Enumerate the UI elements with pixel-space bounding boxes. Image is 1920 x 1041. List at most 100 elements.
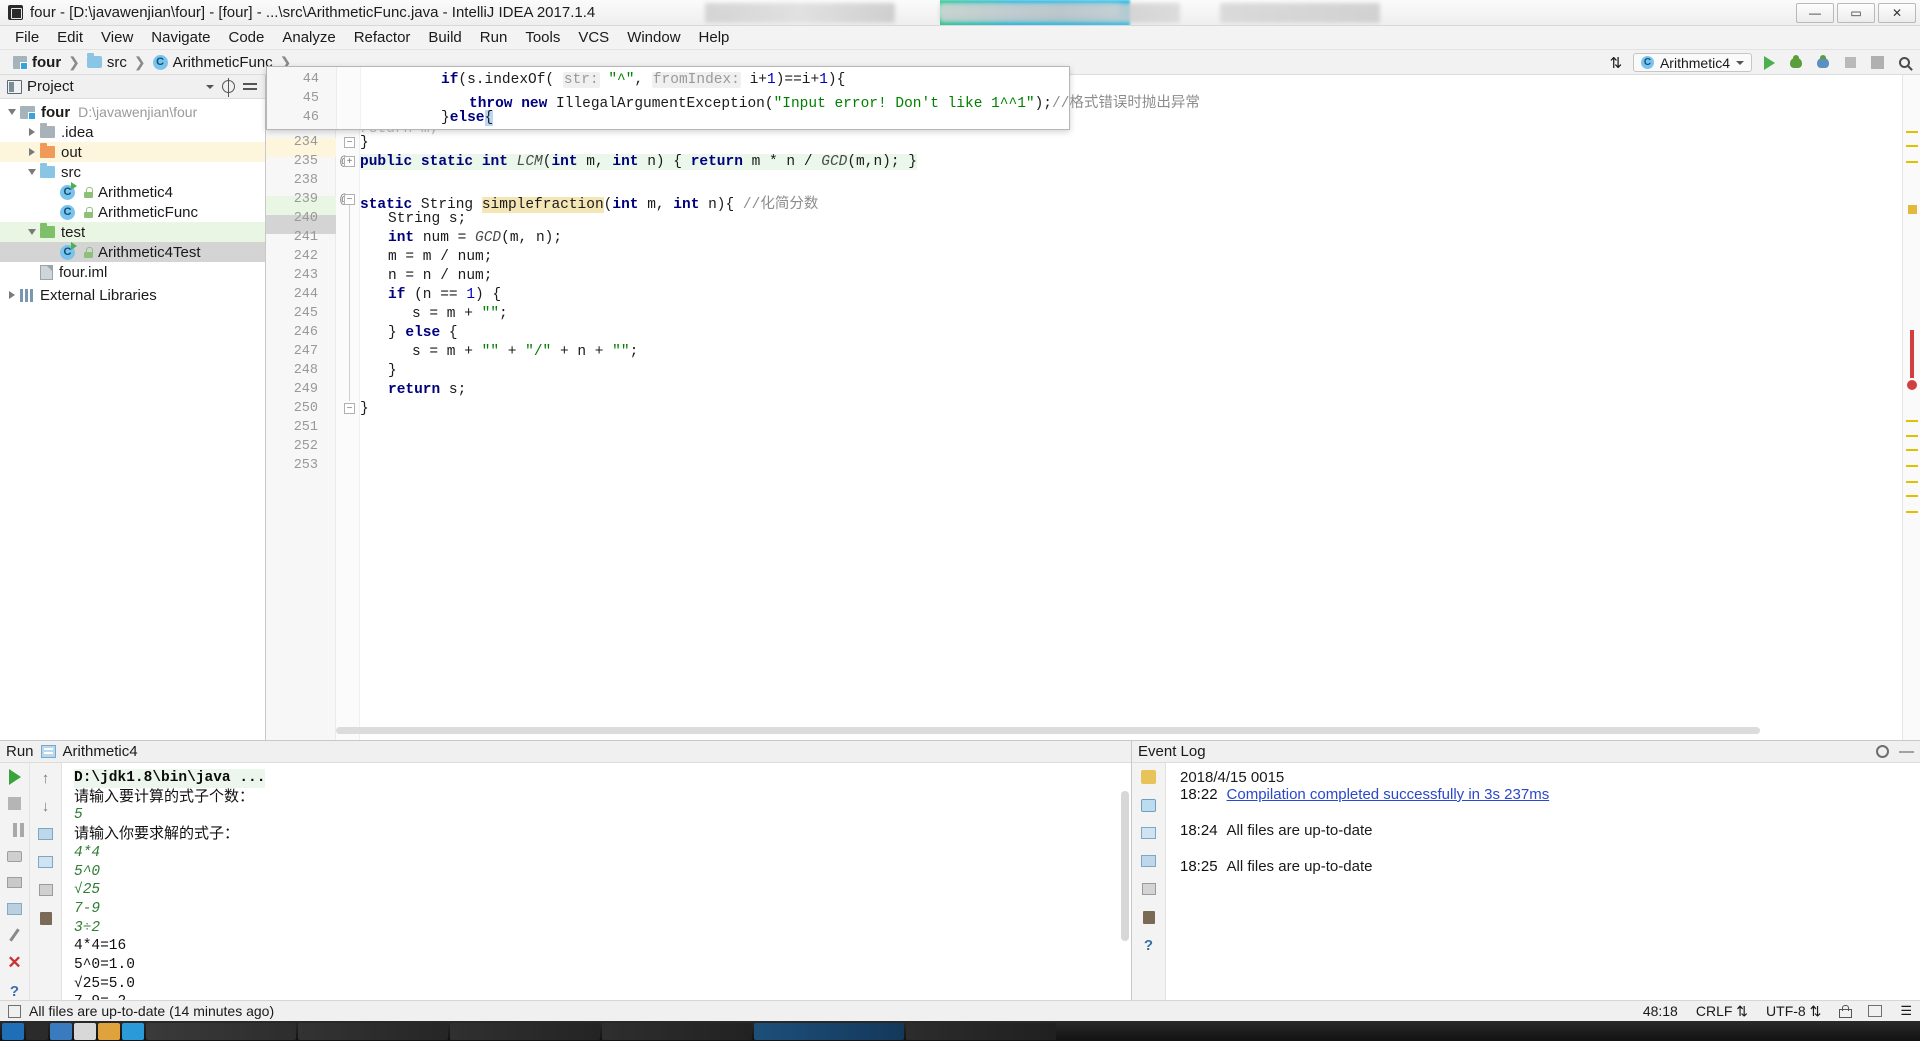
- code-preview-popup[interactable]: 44 45 46 if(s.indexOf( str: "^", fromInd…: [266, 66, 1200, 130]
- fold-expand-icon[interactable]: +: [344, 156, 355, 167]
- minimize-button[interactable]: —: [1796, 3, 1834, 23]
- menu-help[interactable]: Help: [690, 27, 739, 48]
- tree-item-arithmetic4test[interactable]: C Arithmetic4Test: [0, 241, 265, 262]
- navbar-actions[interactable]: ⇅ C Arithmetic4: [1606, 50, 1914, 75]
- warning-marker[interactable]: [1906, 161, 1918, 163]
- menu-file[interactable]: File: [6, 27, 48, 48]
- fold-collapse-icon[interactable]: −: [344, 194, 355, 205]
- taskbar-window-button[interactable]: [906, 1022, 1056, 1040]
- sort-icon[interactable]: ⇅: [1606, 53, 1626, 72]
- menu-run[interactable]: Run: [471, 27, 517, 48]
- menu-build[interactable]: Build: [419, 27, 470, 48]
- warning-marker[interactable]: [1906, 131, 1918, 133]
- project-tree[interactable]: four D:\javawenjian\four .idea out src C…: [0, 99, 265, 305]
- menu-analyze[interactable]: Analyze: [273, 27, 344, 48]
- caret-position[interactable]: 48:18: [1643, 1003, 1678, 1019]
- print-icon[interactable]: [1140, 880, 1158, 898]
- warning-marker[interactable]: [1906, 435, 1918, 437]
- build-button[interactable]: [1867, 53, 1887, 72]
- taskbar-icon[interactable]: [122, 1022, 144, 1040]
- pin-button[interactable]: [6, 928, 24, 943]
- event-log-row[interactable]: 18:22 Compilation completed successfully…: [1180, 787, 1920, 803]
- collapse-all-icon[interactable]: [243, 80, 257, 93]
- help-icon[interactable]: ?: [1140, 936, 1158, 954]
- camera-button[interactable]: [6, 849, 24, 864]
- warning-marker[interactable]: [1906, 420, 1918, 422]
- line-separator[interactable]: CRLF ⇅: [1696, 1003, 1748, 1020]
- hector-icon[interactable]: ☰: [1900, 1003, 1912, 1019]
- tree-item-out[interactable]: out: [0, 142, 265, 162]
- search-everywhere-button[interactable]: [1894, 53, 1914, 72]
- editor-text-area[interactable]: return m; } public static int LCM(int m,…: [360, 75, 1760, 740]
- tree-item-arithmeticfunc[interactable]: C ArithmeticFunc: [0, 202, 265, 222]
- breadcrumb[interactable]: four ❯ src ❯ C ArithmeticFunc ❯: [9, 53, 292, 72]
- debug-button[interactable]: [1786, 53, 1806, 72]
- event-log-row[interactable]: 18:24 All files are up-to-date: [1180, 823, 1920, 839]
- run-button[interactable]: [1759, 53, 1779, 72]
- breadcrumb-item-four[interactable]: four: [9, 53, 65, 72]
- fold-collapse-icon[interactable]: −: [344, 403, 355, 414]
- soft-wrap-icon[interactable]: [1140, 824, 1158, 842]
- tree-item-four[interactable]: four D:\javawenjian\four: [0, 102, 265, 122]
- warning-marker[interactable]: [1906, 511, 1918, 513]
- console-output[interactable]: D:\jdk1.8\bin\java ... 请输入要计算的式子个数： 5 请输…: [62, 763, 1131, 1000]
- chevron-right-icon[interactable]: [24, 148, 40, 156]
- breadcrumb-item-src[interactable]: src: [83, 53, 131, 72]
- maximize-button[interactable]: ▭: [1837, 3, 1875, 23]
- chevron-down-icon[interactable]: [24, 229, 40, 235]
- error-thermometer-icon[interactable]: [1907, 330, 1917, 390]
- menu-tools[interactable]: Tools: [516, 27, 569, 48]
- chevron-down-icon[interactable]: [4, 109, 20, 115]
- print-button[interactable]: [37, 881, 55, 899]
- fold-collapse-icon[interactable]: −: [344, 137, 355, 148]
- taskbar-icon[interactable]: [50, 1022, 72, 1040]
- run-left-toolbar[interactable]: ✕ ?: [0, 763, 30, 1000]
- close-button[interactable]: ✕: [1878, 3, 1916, 23]
- read-write-lock-icon[interactable]: [1839, 1004, 1853, 1018]
- menu-edit[interactable]: Edit: [48, 27, 92, 48]
- tree-item-test[interactable]: test: [0, 222, 265, 242]
- warning-marker[interactable]: [1906, 465, 1918, 467]
- grid-button[interactable]: [6, 901, 24, 916]
- run-secondary-toolbar[interactable]: ↑ ↓: [30, 763, 62, 1000]
- chevron-right-icon[interactable]: [24, 128, 40, 136]
- event-message-link[interactable]: Compilation completed successfully in 3s…: [1227, 787, 1550, 803]
- file-encoding[interactable]: UTF-8 ⇅: [1766, 1003, 1821, 1020]
- down-arrow-button[interactable]: ↓: [37, 797, 55, 815]
- menu-view[interactable]: View: [92, 27, 142, 48]
- code-editor[interactable]: return m; } public static int LCM(int m,…: [266, 75, 1920, 740]
- event-log-toolbar[interactable]: ?: [1132, 763, 1166, 1000]
- stop-button[interactable]: [6, 796, 24, 811]
- editor-marker-strip[interactable]: [1902, 75, 1920, 740]
- soft-wrap-button[interactable]: [37, 825, 55, 843]
- scroll-end-icon[interactable]: [1140, 852, 1158, 870]
- taskbar-window-button[interactable]: [298, 1022, 448, 1040]
- menu-window[interactable]: Window: [618, 27, 689, 48]
- rerun-button[interactable]: [6, 769, 24, 785]
- breadcrumb-item-arithmeticfunc[interactable]: C ArithmeticFunc: [149, 53, 277, 72]
- warning-marker[interactable]: [1906, 495, 1918, 497]
- chevron-down-icon[interactable]: [24, 169, 40, 175]
- window-controls[interactable]: — ▭ ✕: [1796, 3, 1916, 23]
- taskbar-window-button[interactable]: [602, 1022, 752, 1040]
- run-with-coverage-button[interactable]: [1813, 53, 1833, 72]
- windows-taskbar[interactable]: [0, 1021, 1920, 1041]
- message-icon[interactable]: [1140, 796, 1158, 814]
- tree-item-src[interactable]: src: [0, 162, 265, 182]
- event-log-row[interactable]: 18:25 All files are up-to-date: [1180, 859, 1920, 875]
- inspection-status-icon[interactable]: [1908, 205, 1917, 214]
- close-icon[interactable]: ✕: [6, 953, 24, 972]
- warning-marker[interactable]: [1906, 145, 1918, 147]
- taskbar-icon[interactable]: [74, 1022, 96, 1040]
- select-opened-file-icon[interactable]: [222, 78, 235, 97]
- status-icon[interactable]: [8, 1004, 21, 1018]
- event-log-entries[interactable]: 2018/4/15 0015 18:22 Compilation complet…: [1166, 763, 1920, 1000]
- hide-icon[interactable]: —: [1899, 743, 1914, 760]
- fold-region-bar[interactable]: [349, 205, 350, 401]
- print-button[interactable]: [6, 875, 24, 890]
- warning-marker[interactable]: [1906, 449, 1918, 451]
- menu-vcs[interactable]: VCS: [569, 27, 618, 48]
- menu-code[interactable]: Code: [219, 27, 273, 48]
- tree-item-external-libraries[interactable]: External Libraries: [0, 285, 265, 305]
- tree-item-four-iml[interactable]: four.iml: [0, 262, 265, 282]
